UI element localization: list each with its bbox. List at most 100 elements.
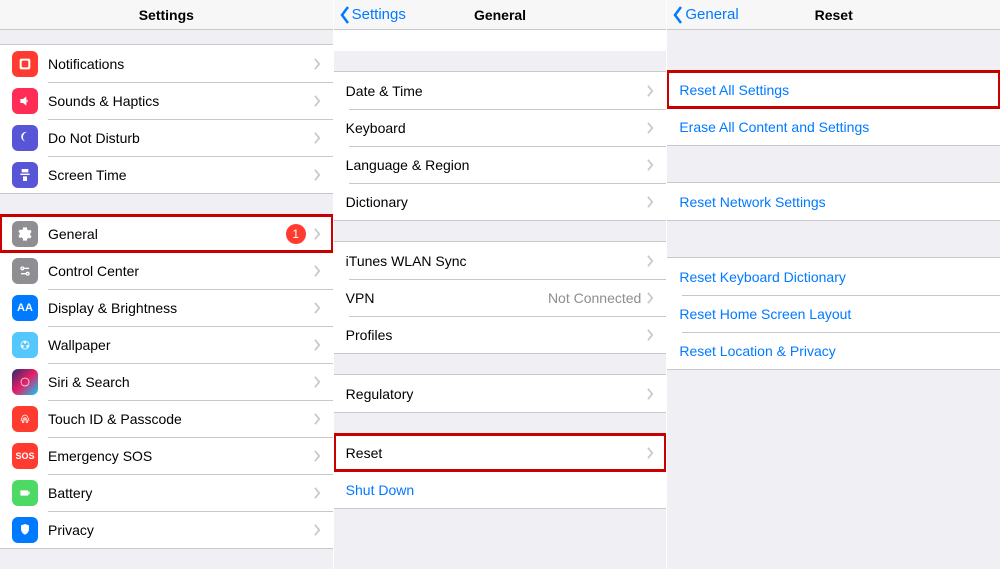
chevron-right-icon — [647, 85, 654, 97]
chevron-right-icon — [647, 196, 654, 208]
general-row[interactable]: General 1 — [0, 215, 333, 252]
battery-icon — [12, 480, 38, 506]
dnd-label: Do Not Disturb — [48, 130, 314, 146]
reset-network-label: Reset Network Settings — [679, 194, 988, 210]
general-badge: 1 — [286, 224, 306, 244]
chevron-right-icon — [314, 450, 321, 462]
profiles-label: Profiles — [346, 327, 648, 343]
back-to-general-button[interactable]: General — [673, 0, 738, 29]
keyboard-label: Keyboard — [346, 120, 648, 136]
general-icon — [12, 221, 38, 247]
shut-down-label: Shut Down — [346, 482, 655, 498]
truncated-prev-row[interactable] — [334, 30, 667, 51]
dictionary-row[interactable]: Dictionary — [334, 183, 667, 220]
chevron-right-icon — [647, 255, 654, 267]
reset-title: Reset — [815, 7, 853, 23]
back-to-general-label: General — [685, 6, 738, 23]
regulatory-label: Regulatory — [346, 386, 648, 402]
reset-home-row[interactable]: Reset Home Screen Layout — [667, 295, 1000, 332]
reset-location-label: Reset Location & Privacy — [679, 343, 988, 359]
chevron-right-icon — [314, 339, 321, 351]
siri-row[interactable]: Siri & Search — [0, 363, 333, 400]
vpn-label: VPN — [346, 290, 548, 306]
chevron-right-icon — [647, 447, 654, 459]
itunes-sync-label: iTunes WLAN Sync — [346, 253, 648, 269]
display-row[interactable]: AA Display & Brightness — [0, 289, 333, 326]
notifications-icon — [12, 51, 38, 77]
itunes-sync-row[interactable]: iTunes WLAN Sync — [334, 242, 667, 279]
erase-all-row[interactable]: Erase All Content and Settings — [667, 108, 1000, 145]
sos-row[interactable]: SOS Emergency SOS — [0, 437, 333, 474]
chevron-right-icon — [314, 132, 321, 144]
reset-keyboard-dict-label: Reset Keyboard Dictionary — [679, 269, 988, 285]
dictionary-label: Dictionary — [346, 194, 648, 210]
sounds-icon — [12, 88, 38, 114]
dnd-icon — [12, 125, 38, 151]
chevron-right-icon — [314, 413, 321, 425]
vpn-row[interactable]: VPN Not Connected — [334, 279, 667, 316]
sounds-label: Sounds & Haptics — [48, 93, 314, 109]
chevron-right-icon — [314, 95, 321, 107]
chevron-left-icon — [340, 6, 350, 24]
chevron-right-icon — [314, 376, 321, 388]
screen-time-row[interactable]: Screen Time — [0, 156, 333, 193]
date-time-label: Date & Time — [346, 83, 648, 99]
settings-content[interactable]: Notifications Sounds & Haptics Do Not Di… — [0, 30, 333, 569]
chevron-right-icon — [647, 329, 654, 341]
sos-label: Emergency SOS — [48, 448, 314, 464]
reset-header: General Reset — [667, 0, 1000, 30]
profiles-row[interactable]: Profiles — [334, 316, 667, 353]
language-region-label: Language & Region — [346, 157, 648, 173]
control-center-row[interactable]: Control Center — [0, 252, 333, 289]
chevron-right-icon — [314, 228, 321, 240]
touchid-row[interactable]: Touch ID & Passcode — [0, 400, 333, 437]
general-content[interactable]: Date & Time Keyboard Language & Region D… — [334, 30, 667, 569]
battery-label: Battery — [48, 485, 314, 501]
general-label: General — [48, 226, 286, 242]
reset-all-settings-row[interactable]: Reset All Settings — [667, 71, 1000, 108]
erase-all-label: Erase All Content and Settings — [679, 119, 988, 135]
privacy-label: Privacy — [48, 522, 314, 538]
shut-down-row[interactable]: Shut Down — [334, 471, 667, 508]
chevron-right-icon — [314, 487, 321, 499]
regulatory-row[interactable]: Regulatory — [334, 375, 667, 412]
display-icon: AA — [12, 295, 38, 321]
privacy-row[interactable]: Privacy — [0, 511, 333, 548]
chevron-right-icon — [314, 524, 321, 536]
control-center-icon — [12, 258, 38, 284]
wallpaper-icon — [12, 332, 38, 358]
chevron-right-icon — [647, 388, 654, 400]
chevron-right-icon — [314, 58, 321, 70]
date-time-row[interactable]: Date & Time — [334, 72, 667, 109]
touchid-icon — [12, 406, 38, 432]
keyboard-row[interactable]: Keyboard — [334, 109, 667, 146]
siri-label: Siri & Search — [48, 374, 314, 390]
reset-keyboard-dict-row[interactable]: Reset Keyboard Dictionary — [667, 258, 1000, 295]
reset-all-settings-label: Reset All Settings — [679, 82, 988, 98]
chevron-right-icon — [314, 169, 321, 181]
wallpaper-row[interactable]: Wallpaper — [0, 326, 333, 363]
chevron-right-icon — [314, 302, 321, 314]
reset-network-row[interactable]: Reset Network Settings — [667, 183, 1000, 220]
dnd-row[interactable]: Do Not Disturb — [0, 119, 333, 156]
reset-pane: General Reset Reset All Settings Erase A… — [667, 0, 1000, 569]
reset-row[interactable]: Reset — [334, 434, 667, 471]
notifications-label: Notifications — [48, 56, 314, 72]
vpn-detail: Not Connected — [548, 290, 641, 306]
general-header: Settings General — [334, 0, 667, 30]
screen-time-icon — [12, 162, 38, 188]
sounds-row[interactable]: Sounds & Haptics — [0, 82, 333, 119]
chevron-right-icon — [647, 159, 654, 171]
siri-icon — [12, 369, 38, 395]
privacy-icon — [12, 517, 38, 543]
chevron-right-icon — [314, 265, 321, 277]
reset-location-row[interactable]: Reset Location & Privacy — [667, 332, 1000, 369]
battery-row[interactable]: Battery — [0, 474, 333, 511]
reset-content[interactable]: Reset All Settings Erase All Content and… — [667, 30, 1000, 569]
back-to-settings-button[interactable]: Settings — [340, 0, 406, 29]
language-region-row[interactable]: Language & Region — [334, 146, 667, 183]
sos-icon: SOS — [12, 443, 38, 469]
notifications-row[interactable]: Notifications — [0, 45, 333, 82]
settings-pane: Settings Notifications Sounds & Haptics … — [0, 0, 333, 569]
chevron-left-icon — [673, 6, 683, 24]
